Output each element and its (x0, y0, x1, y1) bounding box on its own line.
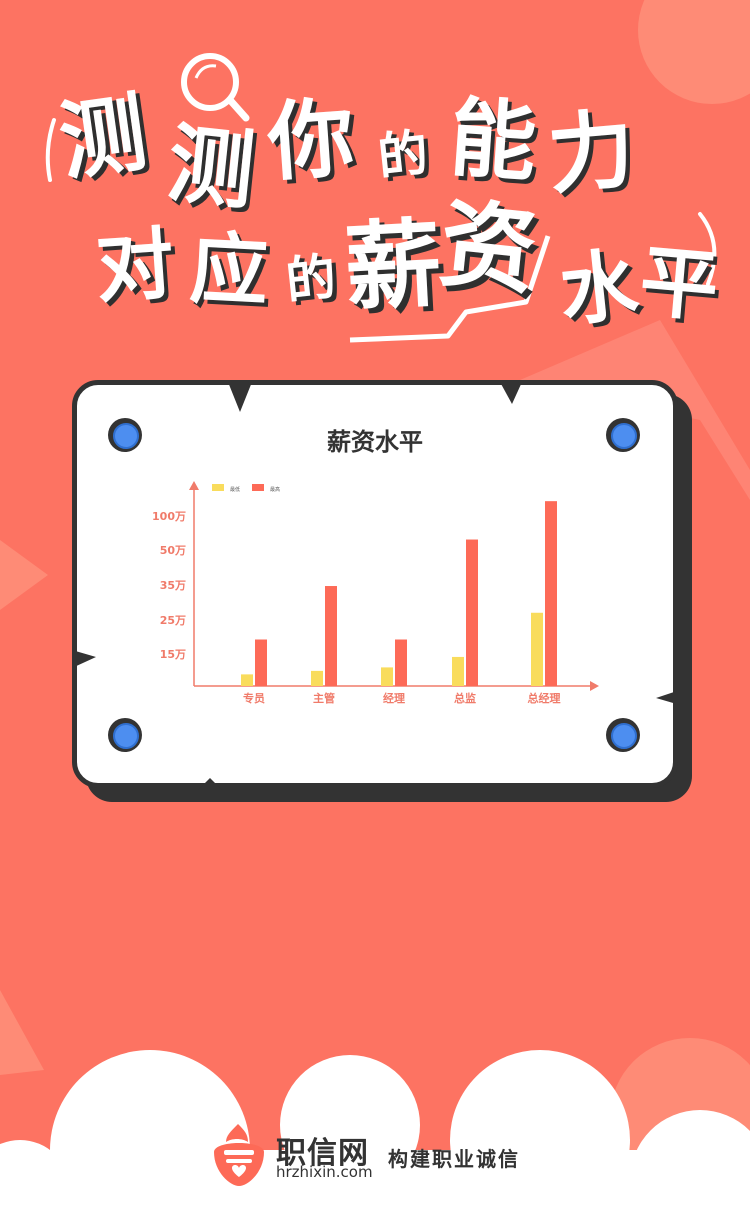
bar-min (381, 667, 393, 686)
y-tick-label: 15万 (160, 648, 186, 661)
x-tick-label: 专员 (243, 691, 265, 705)
bar-max (255, 639, 267, 686)
brand-slogan: 构建职业诚信 (388, 1147, 520, 1171)
bar-max (466, 539, 478, 686)
y-tick-label: 100万 (152, 510, 186, 523)
zhixin-logo-icon (214, 1124, 264, 1186)
x-tick-label: 总监 (454, 691, 476, 705)
legend-label: 最高 (270, 486, 280, 493)
y-axis-arrow (189, 481, 199, 490)
y-tick-label: 25万 (160, 614, 186, 627)
x-tick-label: 总经理 (528, 691, 561, 705)
bar-min (531, 612, 543, 686)
legend-swatch (252, 484, 264, 491)
x-tick-label: 经理 (383, 691, 405, 705)
bar-min (241, 674, 253, 686)
bar-max (545, 501, 557, 686)
legend-label: 最低 (230, 486, 240, 493)
x-axis-arrow (590, 681, 599, 691)
brand-url: hrzhixin.com (276, 1163, 373, 1181)
bar-max (325, 586, 337, 686)
y-tick-label: 35万 (160, 579, 186, 592)
legend-swatch (212, 484, 224, 491)
salary-bar-chart: 15万 25万 35万 50万 100万专员 主管 经理 总监 总经理 最低 最高 (152, 481, 599, 705)
y-tick-label: 50万 (160, 544, 186, 557)
bar-max (395, 639, 407, 686)
bar-min (311, 670, 323, 686)
x-tick-label: 主管 (313, 691, 335, 705)
bar-min (452, 656, 464, 686)
